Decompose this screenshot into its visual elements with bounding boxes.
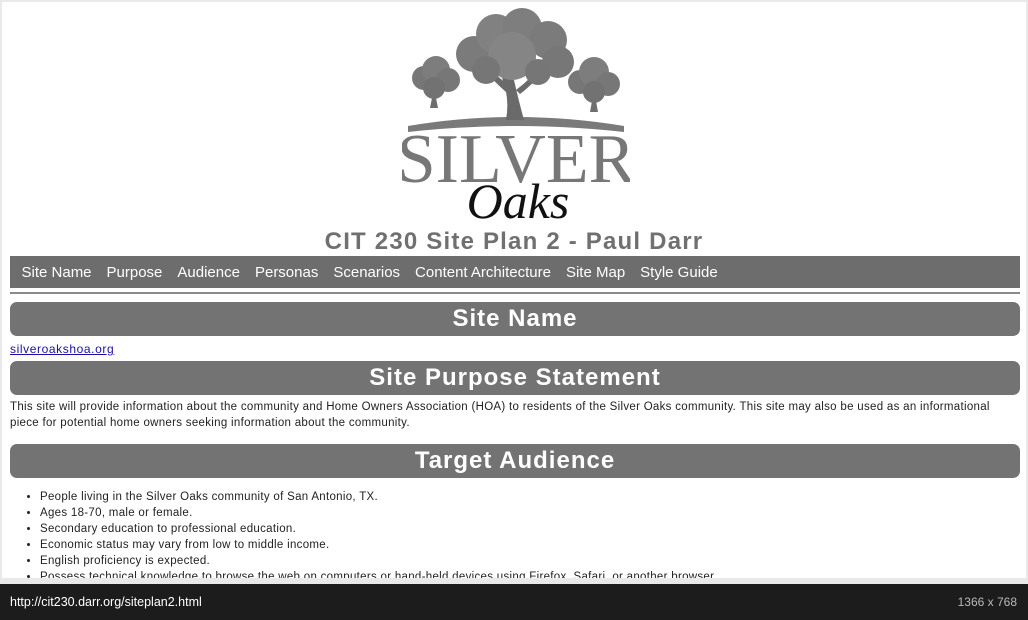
tree-logo-icon: SILVER Oaks xyxy=(397,8,636,229)
viewport-size: 1366 x 768 xyxy=(957,595,1017,609)
nav-purpose[interactable]: Purpose xyxy=(99,264,170,281)
nav-style-guide[interactable]: Style Guide xyxy=(633,264,726,281)
site-name-heading: Site Name xyxy=(10,302,1020,336)
nav-scenarios[interactable]: Scenarios xyxy=(326,264,408,281)
site-url-link[interactable]: silveroakshoa.org xyxy=(10,342,114,356)
audience-heading: Target Audience xyxy=(10,444,1020,478)
list-item: English proficiency is expected. xyxy=(40,553,717,569)
list-item: Economic status may vary from low to mid… xyxy=(40,537,717,553)
nav-site-map[interactable]: Site Map xyxy=(558,264,632,281)
nav-personas[interactable]: Personas xyxy=(247,264,325,281)
web-page: SILVER Oaks CIT 230 Site Plan 2 - Paul D… xyxy=(2,2,1026,578)
site-logo: SILVER Oaks xyxy=(397,8,636,229)
status-url: http://cit230.darr.org/siteplan2.html xyxy=(10,595,202,609)
audience-list: People living in the Silver Oaks communi… xyxy=(10,489,717,578)
nav-divider xyxy=(10,292,1020,294)
main-nav: Site Name Purpose Audience Personas Scen… xyxy=(10,256,1020,288)
purpose-text: This site will provide information about… xyxy=(10,401,990,429)
nav-site-name[interactable]: Site Name xyxy=(14,264,99,281)
list-item: Secondary education to professional educ… xyxy=(40,521,717,537)
list-item: Ages 18-70, male or female. xyxy=(40,505,717,521)
nav-content-architecture[interactable]: Content Architecture xyxy=(408,264,559,281)
list-item: People living in the Silver Oaks communi… xyxy=(40,489,717,505)
purpose-heading: Site Purpose Statement xyxy=(10,361,1020,395)
nav-audience[interactable]: Audience xyxy=(170,264,248,281)
list-item: Possess technical knowledge to browse th… xyxy=(40,569,717,578)
page-title: CIT 230 Site Plan 2 - Paul Darr xyxy=(324,228,704,255)
status-bar: http://cit230.darr.org/siteplan2.html 13… xyxy=(0,584,1028,620)
svg-text:Oaks: Oaks xyxy=(467,173,570,228)
